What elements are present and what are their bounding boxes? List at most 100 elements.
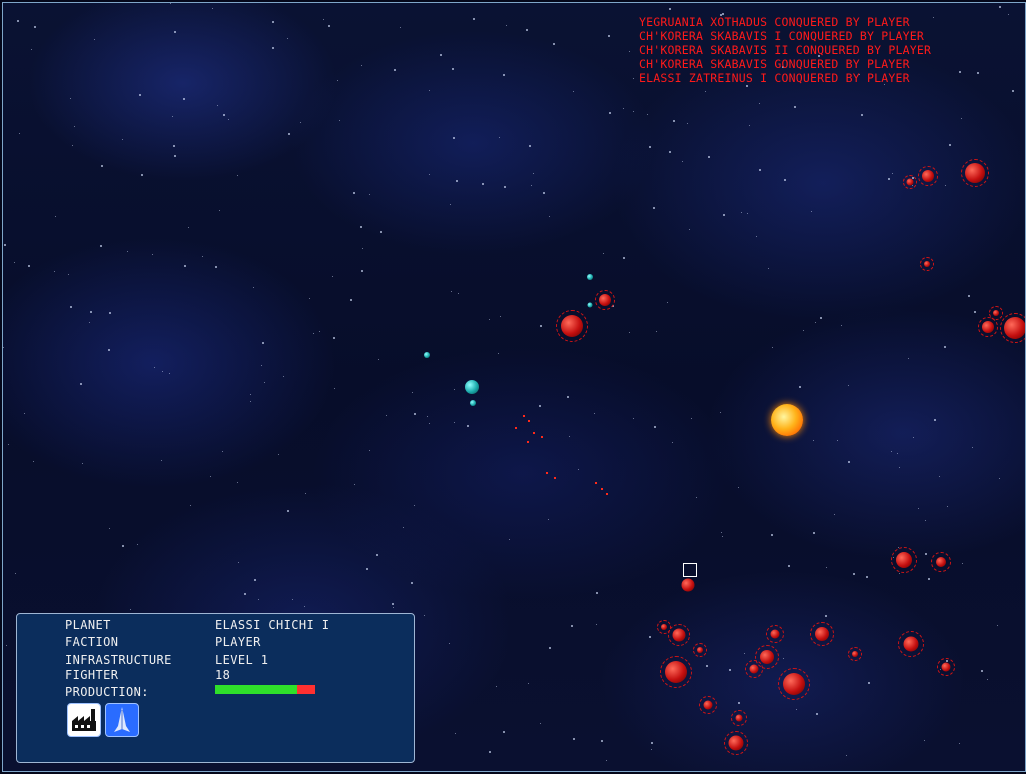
neutral-planet[interactable] (587, 274, 593, 280)
player-planet[interactable] (924, 261, 930, 267)
star-dot (15, 573, 16, 574)
star-dot (738, 487, 739, 488)
player-planet[interactable] (728, 735, 744, 751)
star-dot (813, 532, 815, 534)
player-planet[interactable] (735, 714, 743, 722)
planet-name: ELASSI CHICHI I (215, 618, 330, 632)
star-dot (400, 27, 401, 28)
star-dot (210, 476, 211, 477)
star-dot (55, 216, 56, 217)
player-planet[interactable] (896, 552, 912, 568)
player-planet[interactable] (665, 661, 687, 683)
star-dot (908, 358, 909, 359)
star-dot (14, 262, 15, 263)
star-dot (152, 254, 153, 255)
star-dot (215, 266, 217, 268)
build-factory-button[interactable] (67, 703, 101, 737)
star-dot (222, 451, 223, 452)
neutral-planet[interactable] (470, 400, 476, 406)
player-planet[interactable] (561, 315, 583, 337)
star-dot (369, 194, 370, 195)
player-planet[interactable] (672, 628, 686, 642)
star-dot (924, 740, 925, 741)
star-dot (526, 29, 528, 31)
star-dot (548, 519, 549, 520)
star-dot (803, 330, 804, 331)
player-planet[interactable] (749, 664, 759, 674)
star-dot (489, 319, 490, 320)
player-planet[interactable] (906, 178, 914, 186)
game-viewport[interactable]: YEGRUANIA XOTHADUS CONQUERED BY PLAYER C… (2, 2, 1026, 772)
player-planet[interactable] (770, 629, 780, 639)
star-dot (34, 26, 36, 28)
star-dot (353, 192, 355, 194)
star-dot (509, 539, 510, 540)
star-dot (337, 80, 338, 81)
star-dot (503, 731, 505, 733)
star-dot (771, 534, 773, 536)
player-planet[interactable] (936, 557, 946, 567)
star-dot (759, 169, 761, 171)
star-dot (553, 43, 555, 45)
star-dot (918, 508, 919, 509)
star-dot (394, 69, 396, 71)
star-dot (169, 373, 170, 374)
event-log-entry: CH'KORERA SKABAVIS GONQUERED BY PLAYER (639, 57, 910, 71)
star-dot (223, 114, 225, 116)
star-dot (633, 111, 634, 112)
player-planet[interactable] (661, 624, 667, 630)
star-dot (424, 615, 425, 616)
star-dot (319, 331, 320, 332)
player-planet[interactable] (1004, 317, 1025, 339)
star-dot (811, 211, 812, 212)
star-dot (933, 17, 934, 18)
player-planet[interactable] (815, 627, 829, 641)
star-dot (313, 333, 314, 334)
player-planet[interactable] (922, 170, 934, 182)
player-planet[interactable] (783, 673, 805, 695)
star-dot (173, 145, 175, 147)
player-planet[interactable] (681, 578, 695, 592)
player-planet[interactable] (941, 662, 951, 672)
star-dot (741, 212, 742, 213)
fleet-ship (554, 477, 556, 479)
star-dot (4, 244, 6, 246)
star-dot (332, 276, 333, 277)
star-dot (212, 8, 213, 9)
star-dot (403, 527, 404, 528)
star-dot (454, 389, 455, 390)
star-dot (721, 532, 722, 533)
player-planet[interactable] (697, 647, 703, 653)
star-dot (354, 484, 355, 485)
star-dot (334, 388, 335, 389)
player-planet[interactable] (703, 700, 713, 710)
star-dot (543, 192, 545, 194)
event-log-entry: CH'KORERA SKABAVIS II CONQUERED BY PLAYE… (639, 43, 932, 57)
star-dot (846, 755, 847, 756)
player-planet[interactable] (965, 163, 985, 183)
star-dot (723, 214, 725, 216)
planet-label: PLANET (65, 618, 111, 632)
build-fighter-button[interactable] (105, 703, 139, 737)
player-planet[interactable] (599, 294, 611, 306)
player-planet[interactable] (903, 636, 919, 652)
star-dot (925, 553, 927, 555)
player-planet[interactable] (982, 321, 994, 333)
neutral-planet[interactable] (587, 302, 593, 308)
star-dot (366, 568, 368, 570)
star-dot (17, 20, 19, 22)
star-dot (412, 392, 413, 393)
star-dot (264, 382, 265, 383)
neutral-planet[interactable] (424, 352, 430, 358)
player-planet[interactable] (993, 310, 999, 316)
player-planet[interactable] (760, 650, 774, 664)
star-dot (172, 116, 173, 117)
star-dot (283, 376, 284, 377)
star-dot (540, 325, 542, 327)
star-dot (309, 298, 310, 299)
player-planet[interactable] (852, 651, 858, 657)
star-dot (392, 603, 394, 605)
fleet-ship (527, 441, 529, 443)
neutral-planet[interactable] (465, 380, 479, 394)
star-sun[interactable] (771, 404, 803, 436)
